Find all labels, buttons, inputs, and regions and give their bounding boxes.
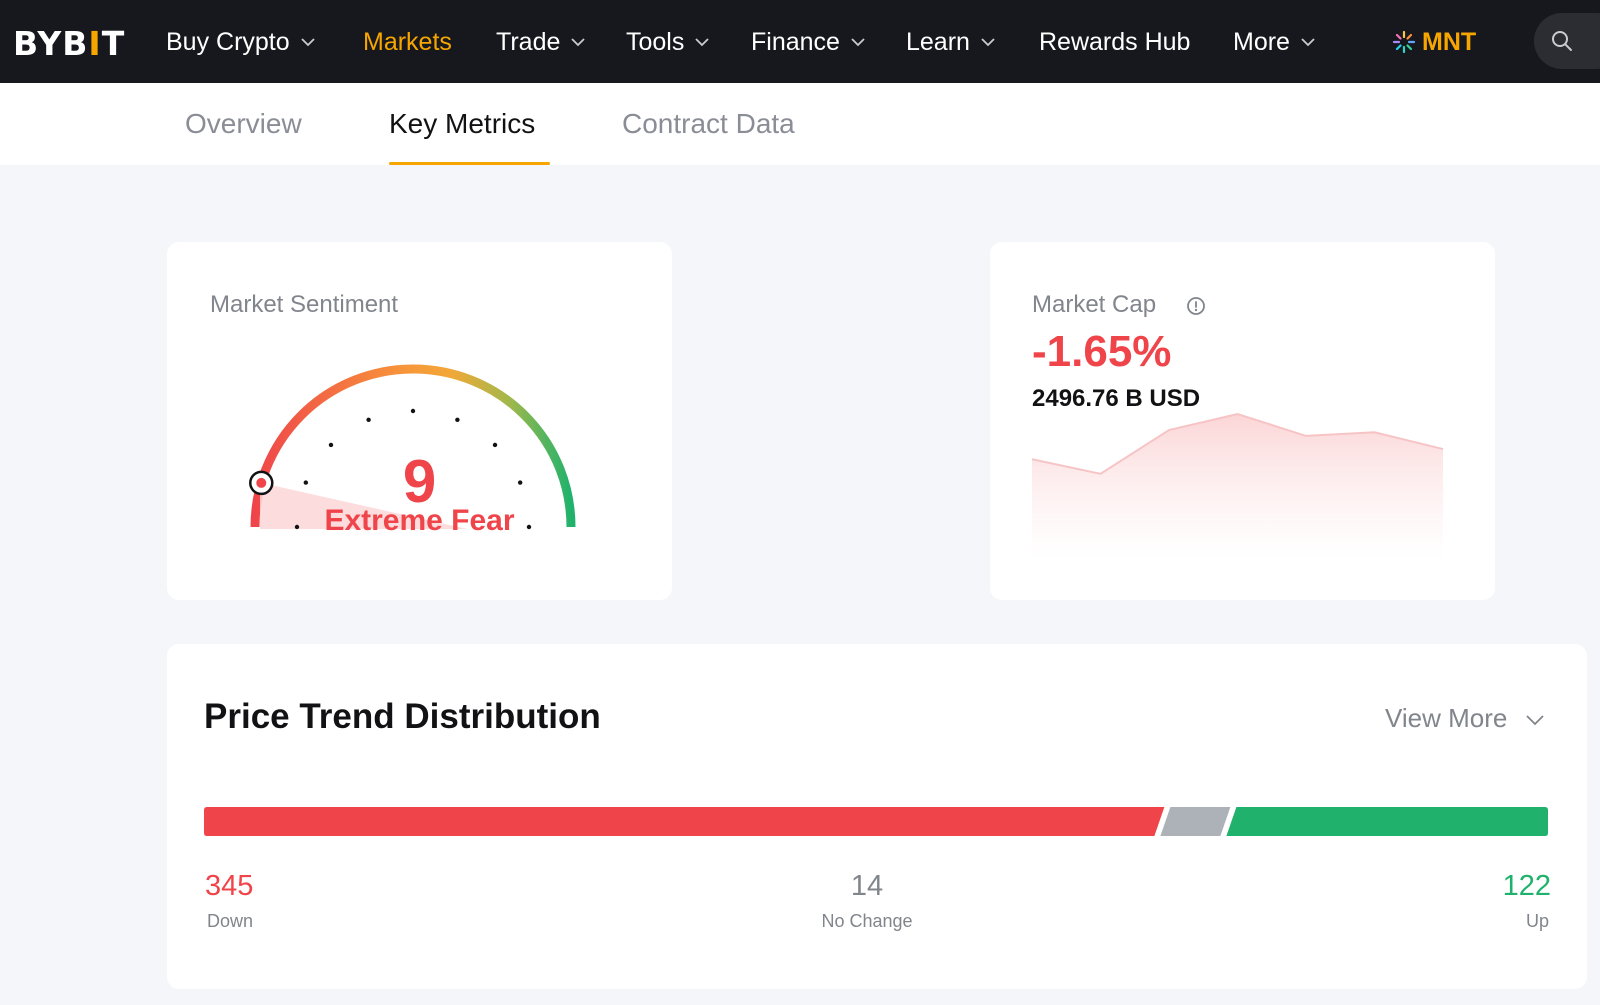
- up-label: Up: [1525, 911, 1549, 931]
- market-cap-sparkline: [1031, 412, 1444, 560]
- no-change-segment: [1160, 807, 1231, 836]
- mnt-token-link[interactable]: MNT: [1392, 22, 1476, 62]
- chevron-down-icon: [850, 34, 866, 50]
- price-trend-title: Price Trend Distribution: [204, 697, 601, 736]
- down-segment: [204, 807, 1165, 836]
- bybit-logo[interactable]: BYBIT: [13, 24, 125, 64]
- distribution-bar: [204, 807, 1548, 836]
- down-label: Down: [207, 911, 254, 931]
- nav-learn-label: Learn: [906, 27, 970, 56]
- no-change-count: 14: [850, 870, 884, 902]
- sentiment-gauge: [249, 364, 576, 530]
- nav-markets[interactable]: Markets: [363, 22, 452, 62]
- gauge-tick: [455, 417, 460, 423]
- market-cap-card: Market Cap -1.65% 2496.76 B USD: [990, 242, 1495, 600]
- nav-trade[interactable]: Trade: [496, 22, 586, 62]
- price-trend-card: Price Trend Distribution View More 345 D…: [167, 644, 1587, 989]
- gauge-tick: [410, 408, 416, 414]
- nav-trade-label: Trade: [496, 27, 561, 56]
- gauge-tick: [328, 442, 334, 448]
- gauge-tick: [492, 442, 498, 448]
- nav-buy-crypto[interactable]: Buy Crypto: [166, 22, 316, 62]
- nav-finance[interactable]: Finance: [751, 22, 866, 62]
- tab-overview[interactable]: Overview: [185, 107, 302, 141]
- down-count: 345: [205, 870, 254, 902]
- nav-buy-crypto-label: Buy Crypto: [166, 27, 290, 56]
- search-button[interactable]: [1534, 13, 1600, 69]
- market-sentiment-card: Market Sentiment 9 Extreme Fear: [167, 242, 672, 600]
- nav-tools-label: Tools: [626, 27, 685, 56]
- mnt-burst-icon: [1392, 30, 1416, 54]
- sentiment-label: Extreme Fear: [324, 504, 515, 537]
- tab-key-metrics[interactable]: Key Metrics: [389, 107, 535, 141]
- no-change-label: No Change: [821, 911, 913, 931]
- up-segment: [1226, 807, 1548, 836]
- chevron-down-icon: [694, 34, 710, 50]
- active-tab-indicator: [389, 162, 550, 165]
- chevron-down-icon: [1300, 34, 1316, 50]
- view-more-button[interactable]: View More: [1385, 701, 1544, 735]
- chevron-down-icon: [1525, 710, 1544, 726]
- up-count: 122: [1502, 870, 1551, 902]
- chevron-down-icon: [980, 34, 996, 50]
- top-navbar: BYBIT Buy Crypto Markets Trade Tools Fin…: [0, 0, 1600, 83]
- tab-contract-data[interactable]: Contract Data: [622, 107, 795, 141]
- nav-markets-label: Markets: [363, 27, 452, 56]
- chevron-down-icon: [300, 34, 316, 50]
- mnt-label: MNT: [1422, 27, 1477, 56]
- nav-tools[interactable]: Tools: [626, 22, 710, 62]
- nav-rewards-hub-label: Rewards Hub: [1039, 27, 1191, 56]
- nav-learn[interactable]: Learn: [906, 22, 996, 62]
- nav-more-label: More: [1233, 27, 1290, 56]
- nav-more[interactable]: More: [1233, 22, 1316, 62]
- view-more-label: View More: [1385, 703, 1508, 733]
- market-subtabs: Overview Key Metrics Contract Data: [0, 83, 1600, 165]
- sentiment-value: 9: [402, 448, 437, 515]
- nav-rewards-hub[interactable]: Rewards Hub: [1039, 22, 1190, 62]
- gauge-tick: [366, 417, 371, 423]
- nav-finance-label: Finance: [751, 27, 840, 56]
- sparkline-area: [1032, 414, 1443, 560]
- search-icon: [1552, 31, 1572, 51]
- chevron-down-icon: [570, 34, 586, 50]
